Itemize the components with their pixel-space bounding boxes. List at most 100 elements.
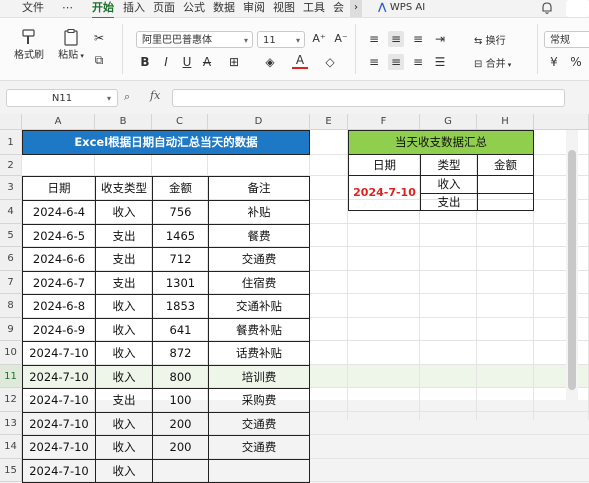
increase-font-icon[interactable]: A⁺ [311,31,327,47]
column-header-e[interactable]: E [310,114,348,130]
main-table-cell[interactable]: 756 [152,200,209,225]
name-box[interactable]: N11 ▾ [6,89,118,107]
main-table-cell[interactable]: 1465 [152,224,209,248]
summary-type-income[interactable]: 收入 [420,175,478,194]
border-icon[interactable]: ⊞ [226,54,242,70]
summary-amount-expense[interactable] [477,193,534,211]
row-header-1[interactable]: 1 [0,130,22,155]
row-header-11[interactable]: 11 [0,365,22,388]
indent-icon[interactable]: ⇥ [432,31,448,47]
main-table-cell[interactable]: 2024-7-10 [22,341,96,366]
zoom-search-icon[interactable]: ⌕ [124,90,130,104]
main-table-cell[interactable]: 收入 [95,294,153,319]
menu-file[interactable]: 文件 [22,0,44,17]
menu-home[interactable]: 开始 [92,0,114,19]
decrease-font-icon[interactable]: A⁻ [333,31,349,47]
main-table-cell[interactable]: 872 [152,341,209,366]
formula-input[interactable] [172,89,565,107]
column-header-a[interactable]: A [22,114,95,130]
row-header-8[interactable]: 8 [0,294,22,318]
main-table-cell[interactable]: 交通费 [208,412,310,436]
main-table-cell[interactable]: 2024-6-7 [22,271,96,295]
menu-member[interactable]: 会 [333,0,344,17]
paste-button[interactable]: 粘贴 ▾ [54,28,88,61]
main-table-cell[interactable]: 2024-7-10 [22,412,96,436]
italic-icon[interactable]: I [158,54,174,70]
main-table-cell[interactable]: 2024-6-6 [22,247,96,272]
main-table-cell[interactable]: 200 [152,412,209,436]
main-table-cell[interactable]: 采购费 [208,388,310,413]
main-table-cell[interactable]: 支出 [95,247,153,272]
eraser-icon[interactable]: ◇ [322,54,338,70]
row-header-2[interactable]: 2 [0,155,22,176]
copy-icon[interactable]: ⧉ [91,52,107,68]
summary-type-expense[interactable]: 支出 [420,193,478,211]
main-table-cell[interactable]: 支出 [95,388,153,413]
vertical-scrollbar[interactable] [566,130,578,400]
main-table-cell[interactable]: 100 [152,388,209,413]
row-header-4[interactable]: 4 [0,200,22,224]
summary-amount-income[interactable] [477,175,534,194]
main-table-cell[interactable]: 交通补贴 [208,294,310,319]
main-table-cell[interactable]: 200 [152,435,209,460]
main-table-cell[interactable]: 2024-6-9 [22,318,96,342]
main-table-cell[interactable]: 收入 [95,459,153,483]
main-table-cell[interactable] [208,459,310,483]
number-format-select[interactable]: 常规 [544,31,589,48]
menu-page[interactable]: 页面 [153,0,175,17]
main-table-cell[interactable]: 支出 [95,271,153,295]
column-header-c[interactable]: C [152,114,208,130]
font-name-select[interactable]: 阿里巴巴普惠体 ▾ [136,31,253,48]
main-table-cell[interactable]: 2024-7-10 [22,388,96,413]
align-bottom-icon[interactable]: ≡ [410,31,426,47]
main-table-cell[interactable]: 2024-7-10 [22,365,96,389]
align-top-icon[interactable]: ≡ [366,31,382,47]
main-table-cell[interactable]: 餐费 [208,224,310,248]
menu-data[interactable]: 数据 [213,0,235,17]
main-table-cell[interactable]: 2024-6-5 [22,224,96,248]
main-table-cell[interactable]: 2024-6-8 [22,294,96,319]
main-table-cell[interactable]: 收入 [95,412,153,436]
main-table-cell[interactable]: 收入 [95,318,153,342]
column-header-d[interactable]: D [208,114,310,130]
column-header-i[interactable] [534,114,589,130]
menu-review[interactable]: 审阅 [243,0,265,17]
main-table-cell[interactable]: 支出 [95,224,153,248]
row-header-12[interactable]: 12 [0,388,22,412]
main-table-cell[interactable]: 1853 [152,294,209,319]
main-table-cell[interactable]: 2024-7-10 [22,459,96,483]
menu-view[interactable]: 视图 [273,0,295,17]
menu-tools[interactable]: 工具 [303,0,325,17]
format-painter-button[interactable]: 格式刷 [12,28,46,61]
main-table-cell[interactable]: 餐费补贴 [208,318,310,342]
main-table-cell[interactable]: 交通费 [208,247,310,272]
main-table-cell[interactable]: 住宿费 [208,271,310,295]
row-header-6[interactable]: 6 [0,247,22,271]
share-button[interactable] [566,0,589,17]
underline-icon[interactable]: U [179,54,195,70]
main-table-cell[interactable]: 交通费 [208,435,310,460]
scrollbar-thumb[interactable] [568,150,576,390]
row-header-15[interactable]: 15 [0,459,22,482]
font-color-icon[interactable]: A [292,54,308,69]
menu-formula[interactable]: 公式 [183,0,205,17]
main-table-cell[interactable]: 收入 [95,365,153,389]
strikethrough-icon[interactable]: A [199,54,215,70]
column-header-b[interactable]: B [95,114,152,130]
merge-button[interactable]: ⊟ 合并 ▾ [474,55,532,70]
currency-icon[interactable]: ¥ [546,54,562,70]
row-header-10[interactable]: 10 [0,341,22,365]
menu-more[interactable]: ⋯ [62,0,73,17]
bell-icon[interactable] [540,1,554,15]
main-table-cell[interactable]: 641 [152,318,209,342]
align-middle-icon[interactable]: ≡ [388,31,404,47]
main-table-cell[interactable]: 收入 [95,435,153,460]
align-left-icon[interactable]: ≡ [366,54,382,70]
fx-icon[interactable]: fx [150,89,160,102]
row-header-9[interactable]: 9 [0,318,22,341]
row-header-13[interactable]: 13 [0,412,22,435]
row-header-5[interactable]: 5 [0,224,22,247]
main-table-cell[interactable]: 2024-7-10 [22,435,96,460]
column-header-h[interactable]: H [477,114,534,130]
column-header-g[interactable]: G [420,114,477,130]
